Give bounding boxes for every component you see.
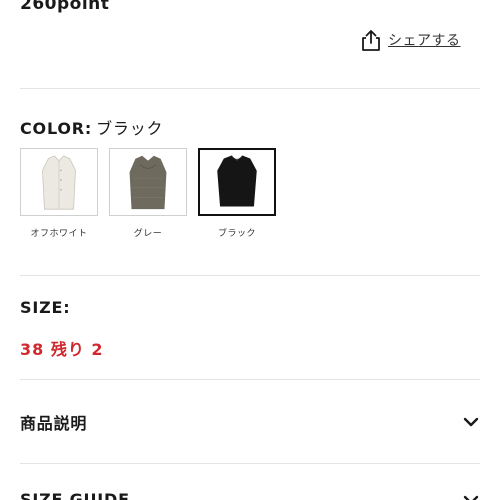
divider xyxy=(20,275,480,276)
color-heading: COLOR: ブラック xyxy=(20,115,163,139)
share-button[interactable]: シェアする xyxy=(360,28,461,52)
divider xyxy=(20,463,480,464)
color-swatch-off-white[interactable] xyxy=(20,148,98,216)
accordion-product-description[interactable]: 商品説明 xyxy=(20,410,480,434)
points-value: 260point xyxy=(20,0,110,14)
swatch-label-off-white: オフホワイト xyxy=(30,229,88,239)
divider xyxy=(20,379,480,380)
off-white-vest-image xyxy=(21,149,97,215)
chevron-down-icon xyxy=(463,495,479,500)
black-vest-image xyxy=(200,150,274,214)
size-stock-option[interactable]: 38 残り 2 xyxy=(20,336,104,360)
color-heading-label: COLOR: xyxy=(20,119,93,138)
swatch-label-gray: グレー xyxy=(133,229,163,239)
accordion-size-guide[interactable]: SIZE GUIDE xyxy=(20,490,480,500)
share-icon xyxy=(360,28,382,52)
color-swatch-gray[interactable] xyxy=(109,148,187,216)
chevron-down-icon xyxy=(463,417,479,427)
gray-vest-image xyxy=(110,149,186,215)
color-swatch-black[interactable] xyxy=(198,148,276,216)
share-label: シェアする xyxy=(388,33,461,49)
swatch-label-black: ブラック xyxy=(217,229,256,239)
size-heading: SIZE: xyxy=(20,298,71,317)
divider xyxy=(20,88,480,89)
accordion-title: 商品説明 xyxy=(20,414,88,433)
selected-color-name: ブラック xyxy=(96,119,164,138)
accordion-title: SIZE GUIDE xyxy=(20,490,130,500)
